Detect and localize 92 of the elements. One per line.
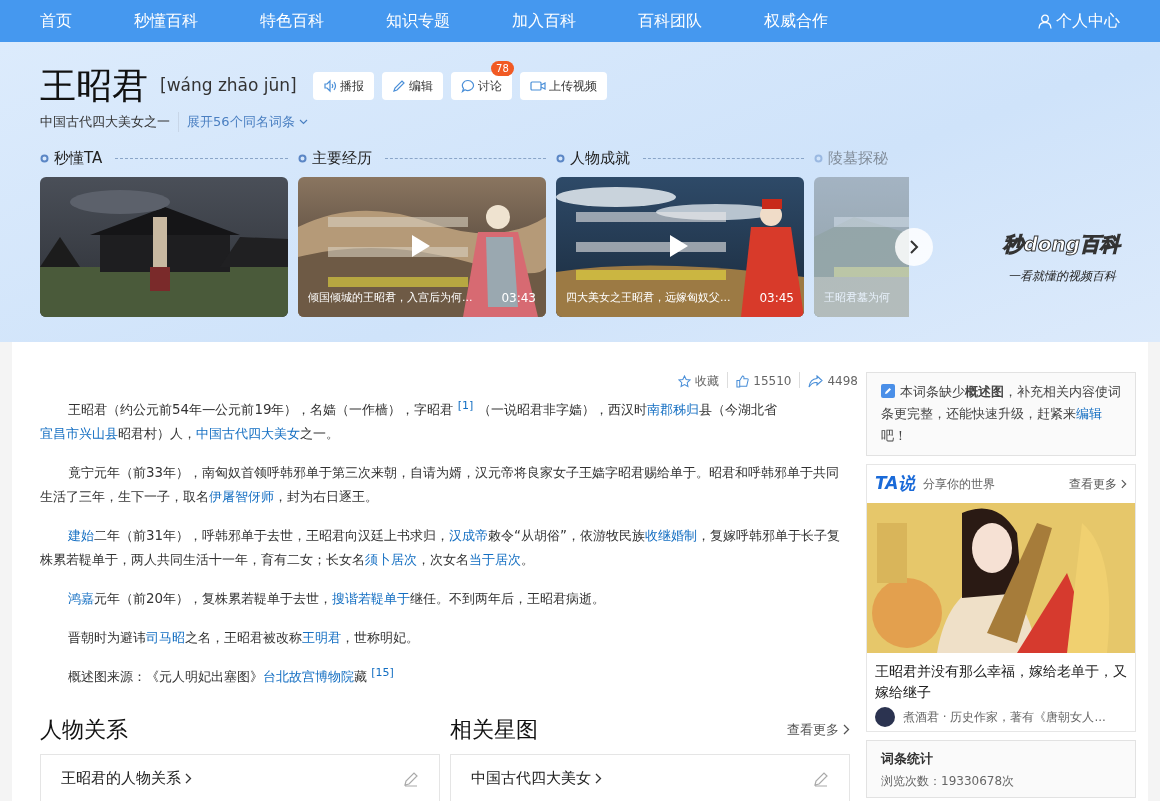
paragraph: 晋朝时为避讳司马昭之名，王昭君被改称王明君，世称明妃。 <box>67 629 420 647</box>
text-link[interactable]: 汉成帝 <box>449 528 489 543</box>
text-link[interactable]: 王明君 <box>302 630 341 645</box>
ta-logo: TA说 <box>875 472 916 496</box>
video-camera-icon <box>529 79 546 93</box>
brand-logo: 秒dong百科 <box>1003 231 1120 258</box>
citation-link[interactable]: [1] <box>457 398 474 412</box>
share-icon <box>808 374 824 388</box>
edit-icon <box>881 384 895 398</box>
nav-link[interactable]: 加入百科 <box>512 9 576 33</box>
chevron-right-icon <box>185 772 192 784</box>
paragraph: 王昭君（约公元前54年—公元前19年），名嫱（一作樯），字昭君 $^{[1]}$ （一说昭君非字嫱），西汉时南郡秭归县（今湖北省 宜昌市兴山县昭君村）人，中国古代四大美女之一。 <box>40 398 778 443</box>
text-link[interactable]: 台北故宫博物院 <box>263 669 354 684</box>
paragraph: 建始二年（前31年），呼韩邪单于去世，王昭君向汉廷上书求归，汉成帝敕令“从胡俗”，依游牧民族收继婚制，复嫁呼韩邪单于长子复株累若鞮单于，两人共同生活十一年，育有二女；长女名须卜居次，次女名 当于居次。 <box>40 527 841 569</box>
video-caption: 王昭君墓为何 <box>824 290 890 306</box>
nav-link[interactable]: 秒懂百科 <box>134 9 198 33</box>
like-button[interactable]: 15510 <box>736 372 792 390</box>
favorite-button[interactable]: 收藏 <box>678 372 720 390</box>
text-link[interactable]: 搜谐若鞮单于 <box>332 591 411 606</box>
avatar <box>875 707 895 727</box>
bullet-icon <box>40 154 49 163</box>
paragraph: 概述图来源：《元人明妃出塞图》台北故宫博物院藏 $^{[15]}$ <box>67 665 395 686</box>
edit-button[interactable]: 编辑 <box>381 72 443 100</box>
bullet-icon <box>556 154 565 163</box>
nav-link[interactable]: 百科团队 <box>638 9 702 33</box>
play-icon <box>410 232 432 259</box>
nav-link[interactable]: 知识专题 <box>386 9 450 33</box>
video-duration: 03:43 <box>501 289 536 307</box>
user-center-link[interactable]: 个人中心 <box>1038 9 1120 33</box>
relation-link[interactable]: 王昭君的人物关系 <box>61 767 192 790</box>
entry-title: 王昭君 <box>40 68 148 104</box>
text-link[interactable]: 鸿嘉 <box>68 591 94 606</box>
chevron-right-icon <box>909 238 919 255</box>
view-more-link[interactable]: 查看更多 <box>1069 475 1127 493</box>
pencil-icon[interactable] <box>813 771 829 787</box>
section-heading: 人物关系 <box>40 716 128 744</box>
thumbs-up-icon <box>736 374 750 388</box>
bullet-icon <box>298 154 307 163</box>
broadcast-button[interactable]: 播报 <box>312 72 374 100</box>
paragraph: 鸿嘉元年（前20年），复株累若鞮单于去世，搜谐若鞮单于继任。不到两年后，王昭君病逝。 <box>67 590 607 608</box>
nav-link[interactable]: 权威合作 <box>764 9 828 33</box>
text-link[interactable]: 收继婚制 <box>644 528 697 543</box>
text-link[interactable]: 编辑 <box>1076 406 1102 421</box>
share-button[interactable]: 4498 <box>808 372 858 390</box>
entry-summary: 中国古代四大美女之一 <box>40 113 170 131</box>
comment-icon <box>460 79 475 93</box>
stats-heading: 词条统计 <box>881 750 934 768</box>
citation-link[interactable]: [15] <box>371 665 394 679</box>
count-badge: 78 <box>491 61 514 76</box>
text-link[interactable]: 中国古代四大美女 <box>196 426 300 441</box>
speaker-icon <box>322 79 337 93</box>
brand-slogan: 一看就懂的视频百科 <box>1007 268 1116 285</box>
chevron-down-icon <box>298 118 308 125</box>
video-caption: 倾国倾城的王昭君，入宫后为何... <box>308 290 473 306</box>
text-link[interactable]: 须卜居次 <box>365 552 417 567</box>
video-section-heading: 陵墓探秘 <box>828 148 888 170</box>
nav-link[interactable]: 首页 <box>40 9 72 33</box>
chevron-right-icon <box>595 772 602 784</box>
homonyms-link[interactable]: 展开56个同名词条 <box>178 112 308 132</box>
notice-text: 本词条缺少概述图，补充相关内容使词条更完整，还能快速升级，赶紧来编辑 吧！ <box>881 383 1121 445</box>
chevron-right-icon <box>1121 479 1127 489</box>
tagline: 分享你的世界 <box>923 476 996 493</box>
video-duration: 03:45 <box>759 289 794 307</box>
text-link[interactable]: 伊屠智伢师 <box>209 489 274 504</box>
paragraph: 竟宁元年（前33年），南匈奴首领呼韩邪单于第三次来朝，自请为婿，汉元帝将良家女子王嫱字昭君赐给单于。昭君和呼韩邪单于共同生活了三年，生下一子，取名伊屠智伢师，封为右日逐王。 <box>40 464 841 506</box>
chevron-right-icon <box>843 724 850 735</box>
pencil-icon[interactable] <box>403 771 419 787</box>
next-button[interactable] <box>895 227 933 266</box>
text-link[interactable]: 司马昭 <box>146 630 185 645</box>
video-section-heading: 秒懂TA <box>54 148 103 170</box>
star-icon <box>678 374 692 388</box>
discuss-button[interactable]: 讨论 <box>450 72 512 100</box>
view-more-link[interactable]: 查看更多 <box>787 719 850 740</box>
article-title-link[interactable]: 王昭君并没有那么幸福，嫁给老单于，又嫁给继子 <box>875 661 1127 703</box>
video-section-heading: 人物成就 <box>570 148 630 170</box>
nav-link[interactable]: 特色百科 <box>260 9 324 33</box>
relation-link[interactable]: 中国古代四大美女 <box>471 767 602 790</box>
text-link[interactable]: 南郡秭归 <box>646 402 699 417</box>
text-link[interactable]: 建始 <box>68 528 94 543</box>
user-icon <box>1038 13 1052 29</box>
pencil-icon <box>391 79 406 93</box>
author-info: 煮酒君 · 历史作家，著有《唐朝女人... <box>903 709 1106 726</box>
bullet-icon <box>814 154 823 163</box>
text-link[interactable]: 宜昌市兴山县 <box>40 426 118 441</box>
text-link[interactable]: 当于居次 <box>469 552 521 567</box>
section-heading: 相关星图 <box>450 716 538 744</box>
video-caption: 四大美女之王昭君，远嫁匈奴父... <box>566 290 731 306</box>
play-icon <box>668 232 690 259</box>
upload-video-button[interactable]: 上传视频 <box>519 72 607 100</box>
pinyin: [wáng zhāo jūn] <box>160 74 297 98</box>
view-count: 浏览次数：19330678次 <box>881 772 1016 789</box>
video-section-heading: 主要经历 <box>312 148 372 170</box>
